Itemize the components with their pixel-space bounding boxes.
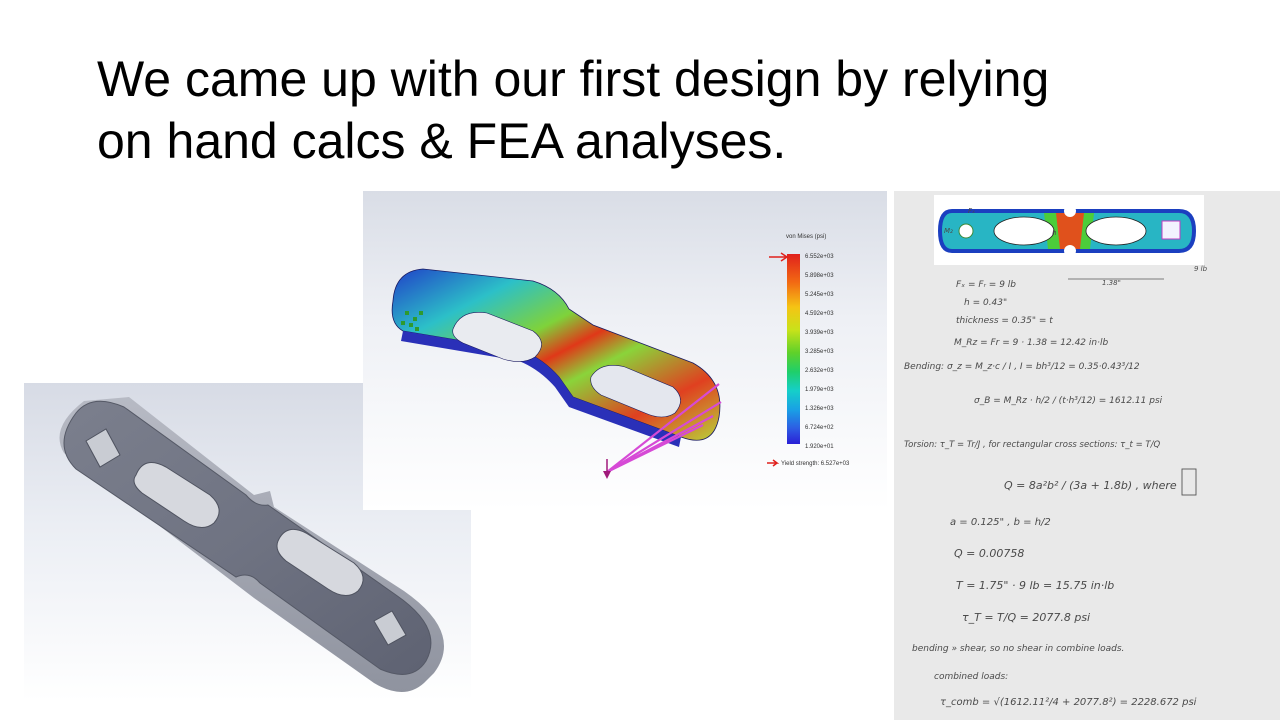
calc-line: h = 0.43": [964, 298, 1007, 308]
fig-dim-label: 1.38": [1102, 279, 1121, 287]
fig-h-label: h: [1052, 229, 1056, 237]
calc-line: M_Rz = Fr = 9 · 1.38 = 12.42 in·lb: [954, 338, 1108, 348]
calc-line: T = 1.75" · 9 lb = 15.75 in·lb: [956, 579, 1114, 592]
legend-value: 1.920e+01: [805, 444, 834, 450]
calc-line: Fₓ = Fᵣ = 9 lb: [956, 280, 1016, 290]
legend-value: 5.898e+03: [805, 273, 834, 279]
fig-fx-label: Fₓ: [968, 207, 975, 215]
calc-line: Q = 8a²b² / (3a + 1.8b) , where: [1004, 479, 1177, 492]
title-line-2: on hand calcs & FEA analyses.: [97, 113, 787, 169]
legend-value: 1.326e+03: [805, 406, 834, 412]
calc-line: σ_B = M_Rz · h/2 / (t·h³/12) = 1612.11 p…: [974, 396, 1163, 406]
fig-force-label: 9 lb: [1194, 265, 1208, 273]
legend-title: von Mises (psi): [786, 234, 826, 240]
calc-line: thickness = 0.35" = t: [956, 316, 1053, 326]
calc-line: τ_comb = √(1612.11²/4 + 2077.8²) = 2228.…: [940, 697, 1197, 708]
slide-title: We came up with our first design by rely…: [97, 48, 1197, 172]
yield-marker-icon: [767, 459, 780, 467]
legend-value: 4.592e+03: [805, 311, 834, 317]
legend-scale: 6.552e+03 5.898e+03 5.245e+03 4.592e+03 …: [805, 254, 834, 450]
yield-strength-label: Yield strength: 6.527e+03: [781, 461, 850, 467]
legend-value: 6.724e+02: [805, 425, 834, 431]
calc-line: bending » shear, so no shear in combine …: [912, 644, 1124, 654]
hand-calcs-image: Fₓ M₂ h 9 lb 1.38" Fₓ = Fᵣ = 9 lb h = 0.…: [894, 191, 1280, 720]
legend-value: 6.552e+03: [805, 254, 834, 260]
calc-line: Q = 0.00758: [954, 547, 1024, 560]
calc-line: a = 0.125" , b = h/2: [950, 517, 1051, 528]
cross-section-sketch: [1181, 468, 1197, 496]
calc-line: τ_T = T/Q = 2077.8 psi: [962, 611, 1090, 624]
stress-color-bar: [787, 254, 800, 444]
fig-mz-label: M₂: [944, 227, 953, 235]
legend-value: 5.245e+03: [805, 292, 834, 298]
calc-line: Bending: σ_z = M_z·c / I , I = bh³/12 = …: [904, 362, 1140, 372]
calc-line: Torsion: τ_T = Tr/J , for rectangular cr…: [904, 440, 1160, 450]
hand-calcs-drawing: Fₓ M₂ h 9 lb 1.38" Fₓ = Fᵣ = 9 lb h = 0.…: [904, 195, 1208, 708]
calc-line: combined loads:: [934, 672, 1008, 682]
legend-value: 2.632e+03: [805, 368, 834, 374]
legend-value: 3.285e+03: [805, 349, 834, 355]
fea-result-image: von Mises (psi) 6.552e+03 5.898e+03 5.24…: [363, 191, 887, 510]
title-line-1: We came up with our first design by rely…: [97, 51, 1050, 107]
max-marker-icon: [769, 252, 790, 262]
fea-drawing: von Mises (psi) 6.552e+03 5.898e+03 5.24…: [391, 234, 850, 479]
legend-value: 3.939e+03: [805, 330, 834, 336]
legend-value: 1.979e+03: [805, 387, 834, 393]
